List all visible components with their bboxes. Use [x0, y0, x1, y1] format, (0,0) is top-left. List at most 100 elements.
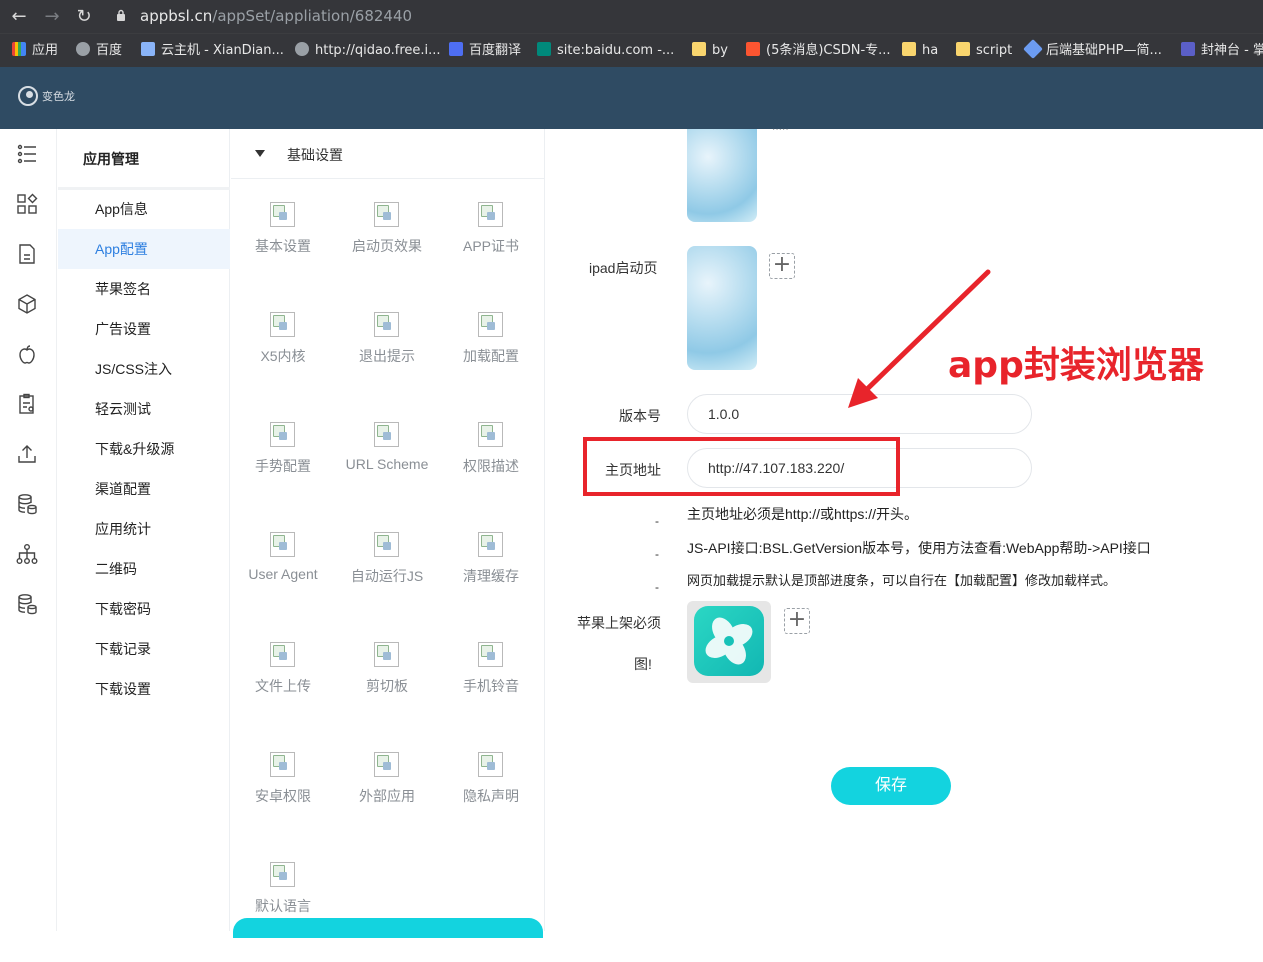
menu-item-download-password[interactable]: 下载密码: [58, 589, 230, 629]
menu-title: 应用管理: [83, 151, 139, 167]
cloud-icon: [141, 42, 155, 56]
upload-icon[interactable]: [16, 443, 38, 465]
menu-item-ad-settings[interactable]: 广告设置: [58, 309, 230, 349]
add-ipad-image-icon[interactable]: +: [769, 253, 795, 279]
address-bar[interactable]: appbsl.cn/appSet/appliation/682440: [140, 6, 412, 26]
menu-item-js-css-inject[interactable]: JS/CSS注入: [58, 349, 230, 389]
tile-label: 退出提示: [359, 348, 415, 364]
tile-ringtone[interactable]: 手机铃音: [439, 642, 543, 742]
pinwheel-icon: [705, 617, 753, 665]
tile-label: 外部应用: [359, 788, 415, 804]
back-arrow-icon[interactable]: ←: [8, 6, 30, 28]
bookmark-label: 百度: [96, 43, 123, 58]
tile-exit-prompt[interactable]: 退出提示: [335, 312, 439, 412]
broken-image-icon: [270, 312, 295, 337]
database-icon[interactable]: [16, 493, 38, 515]
bookmark-baidu[interactable]: 百度: [76, 41, 122, 61]
apple-icon[interactable]: [16, 343, 38, 365]
broken-image-icon: [374, 312, 399, 337]
url-path: /appSet/appliation/682440: [212, 7, 413, 25]
cube-icon[interactable]: [16, 293, 38, 315]
menu-item-download-upgrade[interactable]: 下载&升级源: [58, 429, 230, 469]
basic-settings-header[interactable]: 基础设置: [231, 129, 545, 179]
menu-item-app-stats[interactable]: 应用统计: [58, 509, 230, 549]
lock-icon: [117, 9, 125, 21]
launch-image-preview[interactable]: [687, 129, 757, 222]
bookmark-php[interactable]: 后端基础PHP—简...: [1023, 39, 1162, 61]
tile-default-language[interactable]: 默认语言: [231, 862, 335, 962]
tile-permission-desc[interactable]: 权限描述: [439, 422, 543, 522]
logo-text: 变色龙: [42, 91, 75, 103]
csdn-icon: [746, 42, 760, 56]
bookmark-qidao[interactable]: http://qidao.free.i...: [295, 41, 441, 61]
menu-item-apple-sign[interactable]: 苹果签名: [58, 269, 230, 309]
bookmark-cloud-host[interactable]: 云主机 - XianDian...: [141, 41, 284, 61]
bookmark-csdn[interactable]: (5条消息)CSDN-专...: [746, 41, 891, 61]
tile-label: 启动页效果: [352, 238, 422, 254]
forward-arrow-icon[interactable]: →: [41, 6, 63, 28]
bookmark-baidu-translate[interactable]: 百度翻译: [449, 41, 521, 61]
chameleon-logo-icon: [18, 86, 38, 106]
bookmark-label: 云主机 - XianDian...: [161, 43, 284, 58]
clipboard-icon[interactable]: [16, 393, 38, 415]
bookmark-folder-ha[interactable]: ha: [902, 41, 938, 61]
tile-label: APP证书: [462, 238, 519, 254]
bookmark-bing[interactable]: site:baidu.com -...: [537, 41, 674, 61]
reload-icon[interactable]: ↻: [73, 6, 95, 28]
bookmark-folder-by[interactable]: by: [692, 41, 728, 61]
tile-app-certificate[interactable]: APP证书: [439, 202, 543, 302]
menu-item-download-records[interactable]: 下载记录: [58, 629, 230, 669]
menu-item-qr-code[interactable]: 二维码: [58, 549, 230, 589]
ipad-launch-image[interactable]: [687, 246, 757, 370]
apps-icon[interactable]: [16, 193, 38, 215]
tile-android-permissions[interactable]: 安卓权限: [231, 752, 335, 852]
hint-url-protocol: 主页地址必须是http://或https://开头。: [687, 506, 919, 522]
tile-auto-run-js[interactable]: 自动运行JS: [335, 532, 439, 632]
tile-file-upload[interactable]: 文件上传: [231, 642, 335, 742]
url-host: appbsl.cn: [140, 7, 213, 25]
tile-loading-config[interactable]: 加载配置: [439, 312, 543, 412]
app-icon-upload[interactable]: [687, 601, 771, 683]
tile-x5-kernel[interactable]: X5内核: [231, 312, 335, 412]
hint-loading: 网页加载提示默认是顶部进度条，可以自行在【加载配置】修改加载样式。: [687, 573, 1117, 588]
tile-clipboard[interactable]: 剪切板: [335, 642, 439, 742]
tile-gesture-config[interactable]: 手势配置: [231, 422, 335, 522]
hint-js-api: JS-API接口:BSL.GetVersion版本号，使用方法查看:WebApp…: [687, 540, 1151, 556]
tile-label: URL Scheme: [345, 456, 429, 472]
database-icon-2[interactable]: [16, 593, 38, 615]
tile-external-apps[interactable]: 外部应用: [335, 752, 439, 852]
bookmark-fengshentai[interactable]: 封神台 - 掌: [1181, 41, 1263, 61]
tile-clear-cache[interactable]: 清理缓存: [439, 532, 543, 632]
hierarchy-icon[interactable]: [16, 543, 38, 565]
add-app-icon-icon[interactable]: +: [784, 608, 810, 634]
broken-image-icon: [270, 642, 295, 667]
bookmark-label: ha: [922, 43, 939, 58]
list-icon[interactable]: [16, 143, 38, 165]
menu-item-channel-config[interactable]: 渠道配置: [58, 469, 230, 509]
menu-item-download-settings[interactable]: 下载设置: [58, 669, 230, 709]
ipad-launch-label: ipad启动页: [589, 260, 658, 276]
bookmark-apps[interactable]: 应用: [12, 41, 58, 61]
bookmark-folder-script[interactable]: script: [956, 41, 1012, 61]
section-label: 基础设置: [287, 147, 343, 163]
tile-splash-effect[interactable]: 启动页效果: [335, 202, 439, 302]
app-logo[interactable]: 变色龙: [18, 85, 75, 107]
app-management-menu: 应用管理 App信息 App配置 苹果签名 广告设置 JS/CSS注入 轻云测试…: [58, 129, 230, 931]
tile-basic-settings[interactable]: 基本设置: [231, 202, 335, 302]
grid-bottom-button[interactable]: [233, 918, 543, 938]
menu-item-light-cloud-test[interactable]: 轻云测试: [58, 389, 230, 429]
save-button[interactable]: 保存: [831, 767, 951, 805]
document-icon[interactable]: [16, 243, 38, 265]
menu-item-app-info[interactable]: App信息: [58, 189, 230, 229]
tile-label: 手势配置: [255, 458, 311, 474]
tile-label: 剪切板: [366, 678, 408, 694]
tile-user-agent[interactable]: User Agent: [231, 532, 335, 632]
menu-item-app-config[interactable]: App配置: [58, 229, 230, 269]
bookmark-label: by: [712, 43, 728, 58]
tile-privacy-statement[interactable]: 隐私声明: [439, 752, 543, 852]
settings-grid-panel: 基础设置 基本设置 启动页效果 APP证书 X5内核 退出提示 加载配置 手势配…: [231, 129, 545, 938]
tile-label: 手机铃音: [463, 678, 519, 694]
broken-image-icon: [478, 312, 503, 337]
tile-label: User Agent: [248, 566, 318, 582]
tile-url-scheme[interactable]: URL Scheme: [335, 422, 439, 522]
